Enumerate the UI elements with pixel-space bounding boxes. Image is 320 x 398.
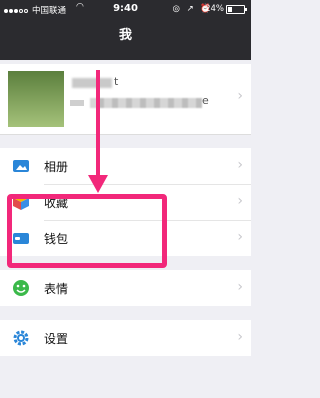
profile-card[interactable]: t e ›: [0, 64, 251, 135]
menu-group-2: 表情 ›: [0, 270, 251, 306]
qr-icon: [70, 100, 84, 106]
annotation-highlight-box: [7, 194, 167, 268]
profile-name-blurred: [72, 78, 112, 88]
menu-label-settings: 设置: [44, 332, 69, 346]
settings-icon: [13, 330, 29, 346]
menu-item-album[interactable]: 相册 ›: [0, 148, 251, 184]
chevron-right-icon: ›: [237, 229, 243, 245]
profile-id: e: [202, 94, 209, 107]
menu-label-stickers: 表情: [44, 282, 69, 296]
avatar: [8, 71, 64, 127]
chevron-right-icon: ›: [237, 88, 243, 104]
chevron-right-icon: ›: [237, 329, 243, 345]
menu-group-3: 设置 ›: [0, 320, 251, 356]
page-title: 我: [118, 28, 132, 43]
nav-bar: 中国联通 ◠ 9:40 ◎ ↗ ⏰ 24% 我: [0, 0, 251, 60]
profile-name: t: [114, 75, 119, 88]
album-icon: [13, 160, 29, 172]
battery-percent: 24%: [205, 4, 224, 14]
chevron-right-icon: ›: [237, 279, 243, 295]
annotation-arrow-head: [88, 175, 108, 193]
status-bar: 中国联通 ◠ 9:40 ◎ ↗ ⏰ 24%: [0, 0, 251, 18]
stickers-icon: [13, 280, 29, 296]
menu-item-settings[interactable]: 设置 ›: [0, 320, 251, 356]
menu-item-stickers[interactable]: 表情 ›: [0, 270, 251, 306]
battery-icon: [226, 5, 247, 14]
menu-label-album: 相册: [44, 160, 69, 174]
profile-id-blurred: [90, 98, 202, 108]
chevron-right-icon: ›: [237, 157, 243, 173]
chevron-right-icon: ›: [237, 193, 243, 209]
annotation-arrow: [96, 70, 100, 178]
